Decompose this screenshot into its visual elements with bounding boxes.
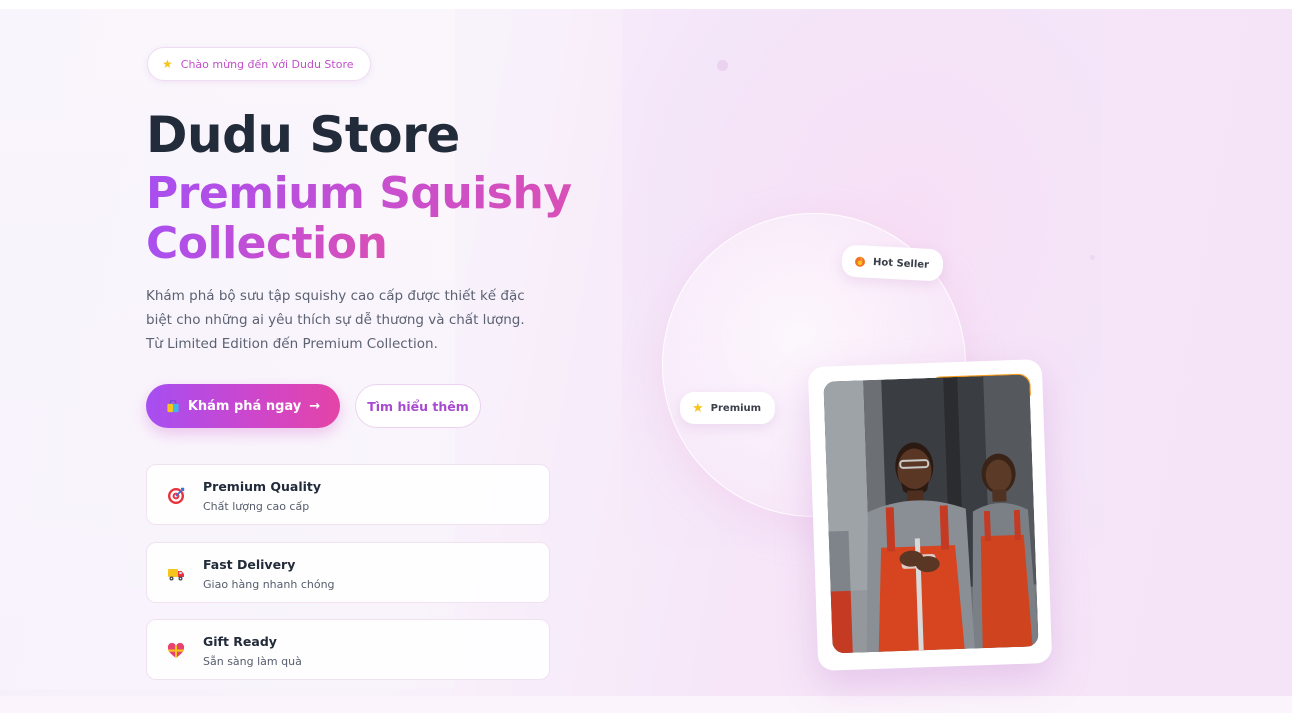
arrow-right-icon: → [309,398,321,414]
learn-more-label: Tìm hiểu thêm [367,398,469,414]
welcome-badge-text: Chào mừng đến với Dudu Store [180,57,354,71]
premium-label: Premium [710,402,762,414]
description-line: biệt cho những ai yêu thích sự dễ thương… [146,312,525,328]
feature-card-premium-quality: Premium Quality Chất lượng cao cấp [146,464,550,525]
premium-badge: ★ Premium [680,392,776,424]
feature-title: Premium Quality [203,479,322,494]
explore-now-label: Khám phá ngay [187,398,302,414]
description-line: Khám phá bộ sưu tập squishy cao cấp được… [146,288,525,304]
product-photo [823,374,1039,654]
feature-title: Gift Ready [203,634,277,649]
explore-now-button[interactable]: Khám phá ngay → [146,384,340,428]
hot-seller-label: Hot Seller [872,256,930,271]
decorative-dot [1090,255,1095,260]
feature-subtitle: Sẵn sàng làm quà [203,655,302,668]
star-icon: ★ [692,400,704,416]
hero-description: Khám phá bộ sưu tập squishy cao cấp được… [146,284,525,356]
photo-illustration [823,374,1039,654]
product-photo-card [807,359,1053,671]
learn-more-button[interactable]: Tìm hiểu thêm [355,384,481,428]
shopping-bag-icon [167,399,179,412]
welcome-badge: ★ Chào mừng đến với Dudu Store [147,47,371,81]
feature-card-gift-ready: Gift Ready Sẵn sàng làm quà [146,619,550,680]
feature-subtitle: Giao hàng nhanh chóng [203,578,335,591]
target-icon [168,487,185,504]
description-line: Từ Limited Edition đến Premium Collectio… [146,336,438,352]
hot-seller-badge: Hot Seller [841,244,944,282]
decorative-dot [717,60,728,71]
feature-subtitle: Chất lượng cao cấp [203,500,310,513]
feature-title: Fast Delivery [203,557,296,572]
hero-page: ★ Chào mừng đến với Dudu Store Dudu Stor… [0,0,1292,713]
hero-title: Dudu Store [146,106,460,164]
star-icon: ★ [162,57,173,71]
bottom-strip [0,696,1292,713]
delivery-truck-icon [168,569,184,581]
gift-heart-icon [167,642,185,658]
hero-subtitle-line1: Premium Squishy [146,168,572,219]
feature-card-fast-delivery: Fast Delivery Giao hàng nhanh chóng [146,542,550,603]
fire-icon [855,256,866,267]
hero-subtitle-line2: Collection [146,218,388,269]
